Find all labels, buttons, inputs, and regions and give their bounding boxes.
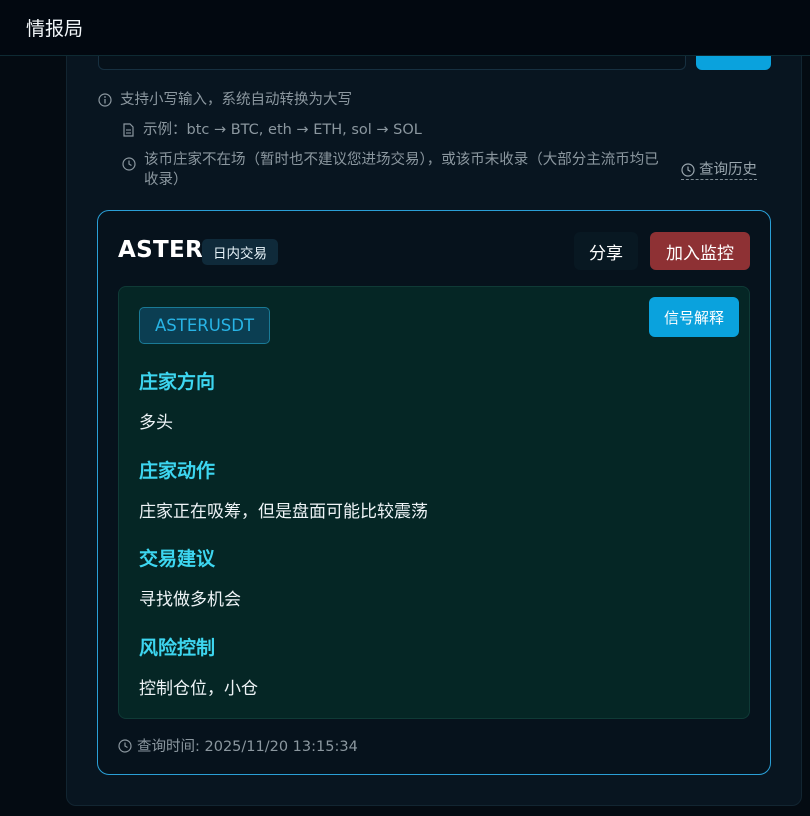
hint-example: 示例：btc → BTC, eth → ETH, sol → SOL bbox=[122, 120, 422, 140]
section-text-advice: 寻找做多机会 bbox=[139, 590, 241, 610]
share-button[interactable]: 分享 bbox=[574, 232, 638, 270]
app-header: 情报局 bbox=[0, 0, 810, 56]
trading-pair-tag: ASTERUSDT bbox=[139, 307, 271, 344]
document-icon bbox=[123, 123, 134, 137]
query-time-text: 查询时间: 2025/11/20 13:15:34 bbox=[137, 739, 358, 755]
info-icon bbox=[98, 93, 112, 107]
hint-not-listed: 该币庄家不在场（暂时也不建议您进场交易），或该币未收录（大部分主流币均已收录） bbox=[122, 150, 672, 190]
clock-icon bbox=[681, 163, 695, 177]
query-history-link[interactable]: 查询历史 bbox=[681, 161, 757, 180]
symbol-title: ASTER bbox=[118, 237, 203, 263]
hint-lowercase: 支持小写输入，系统自动转换为大写 bbox=[98, 90, 352, 110]
section-text-direction: 多头 bbox=[139, 413, 173, 433]
signal-result-box: ASTERUSDT 信号解释 庄家方向 多头 庄家动作 庄家正在吸筹，但是盘面可… bbox=[118, 286, 750, 719]
section-heading-risk: 风险控制 bbox=[139, 637, 216, 659]
section-heading-advice: 交易建议 bbox=[139, 548, 216, 570]
query-time: 查询时间: 2025/11/20 13:15:34 bbox=[118, 735, 358, 756]
hint-not-listed-text: 该币庄家不在场（暂时也不建议您进场交易），或该币未收录（大部分主流币均已收录） bbox=[144, 152, 659, 188]
hint-example-text: 示例：btc → BTC, eth → ETH, sol → SOL bbox=[143, 122, 422, 138]
trade-type-tag: 日内交易 bbox=[202, 239, 278, 265]
section-heading-action: 庄家动作 bbox=[139, 460, 216, 482]
hint-lowercase-text: 支持小写输入，系统自动转换为大写 bbox=[120, 92, 352, 108]
signal-explain-button[interactable]: 信号解释 bbox=[649, 297, 739, 337]
query-history-label: 查询历史 bbox=[699, 162, 757, 178]
clock-icon bbox=[122, 157, 136, 171]
result-card: ASTER 日内交易 分享 加入监控 ASTERUSDT 信号解释 庄家方向 多… bbox=[97, 210, 771, 775]
section-heading-direction: 庄家方向 bbox=[139, 371, 216, 393]
section-text-risk: 控制仓位，小仓 bbox=[139, 679, 258, 699]
add-monitor-button[interactable]: 加入监控 bbox=[650, 232, 750, 270]
app-title: 情报局 bbox=[26, 18, 84, 40]
section-text-action: 庄家正在吸筹，但是盘面可能比较震荡 bbox=[139, 502, 428, 522]
clock-icon bbox=[118, 738, 132, 753]
